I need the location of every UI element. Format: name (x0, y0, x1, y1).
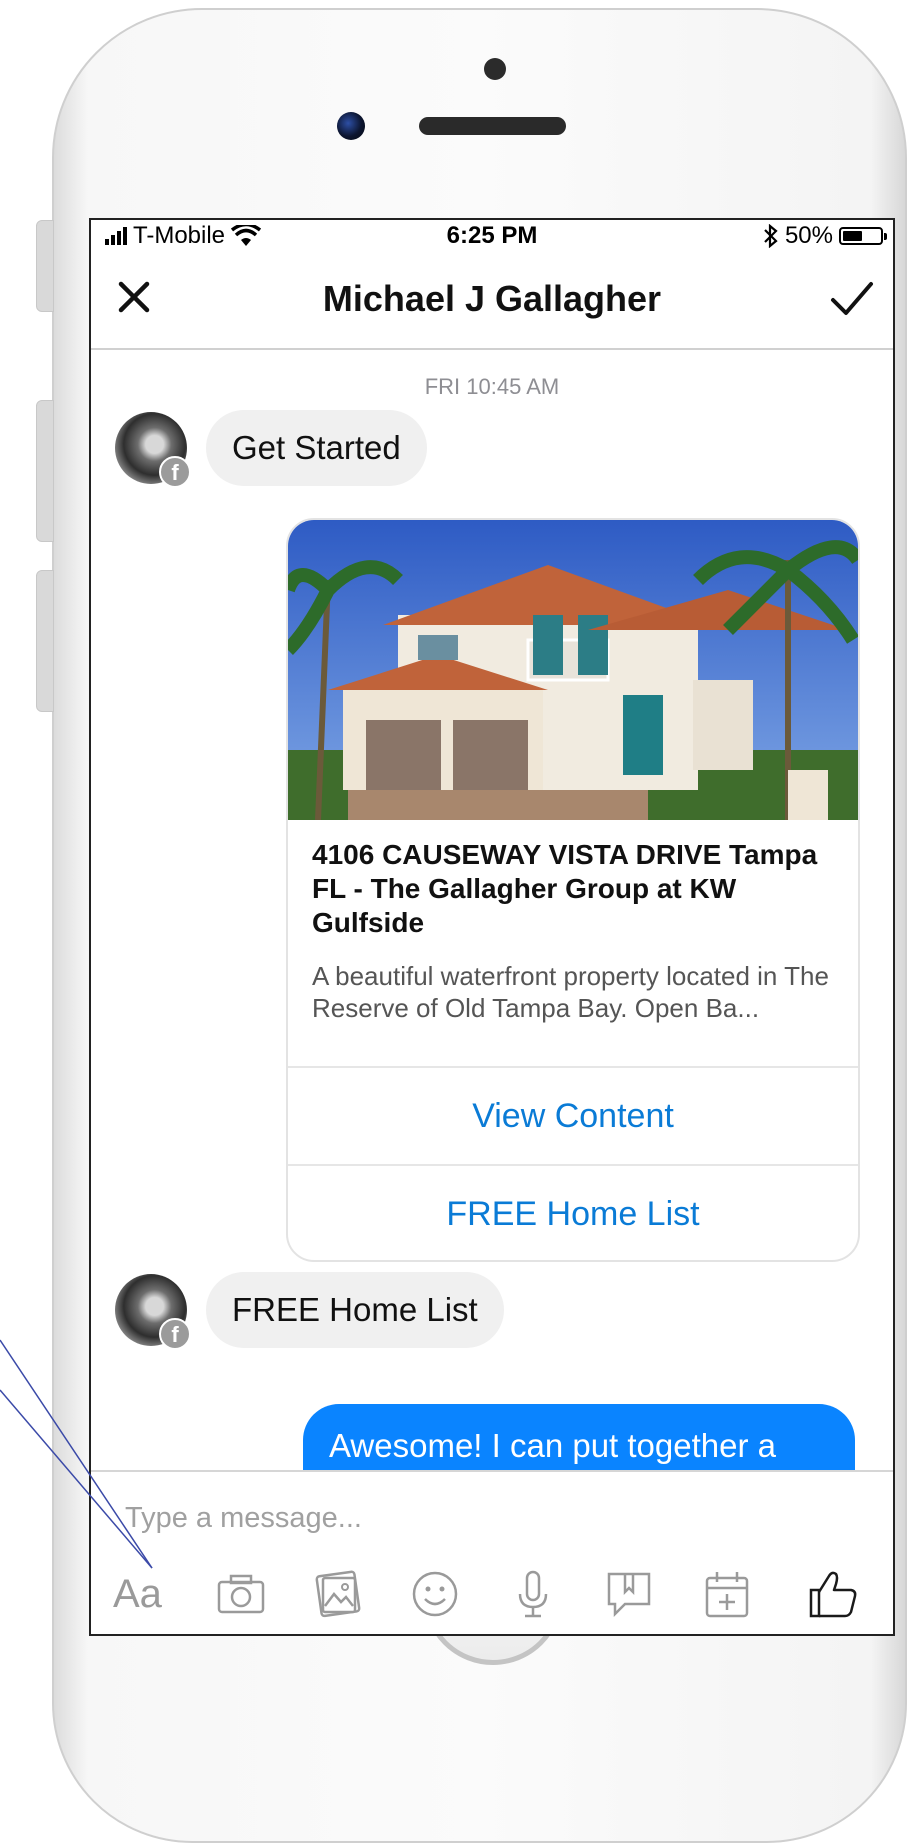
incoming-message: Get Started (206, 410, 427, 486)
listing-description: A beautiful waterfront property located … (312, 961, 829, 1023)
microphone-icon[interactable] (505, 1566, 561, 1622)
bluetooth-icon (764, 224, 778, 248)
battery-percent: 50% (784, 222, 833, 249)
status-right: 50% (763, 222, 887, 250)
phone-screen: T-Mobile 6:25 PM 50% Michael J Gallagher… (89, 218, 895, 1636)
thumbs-up-icon[interactable] (805, 1566, 861, 1622)
incoming-message: FREE Home List (206, 1272, 504, 1348)
house-photo[interactable] (288, 520, 858, 820)
chat-thread[interactable]: FRI 10:45 AM f Get Started 4106 CAUSEWAY… (91, 350, 893, 1470)
proximity-sensor (484, 58, 506, 80)
calendar-add-icon[interactable] (699, 1566, 755, 1622)
listing-title: 4106 CAUSEWAY VISTA DRIVE Tampa FL - The… (312, 839, 818, 938)
camera-icon[interactable] (213, 1566, 269, 1622)
earpiece-speaker (419, 117, 566, 135)
facebook-badge-icon: f (159, 456, 191, 488)
facebook-badge-icon: f (159, 1318, 191, 1350)
listing-card[interactable]: 4106 CAUSEWAY VISTA DRIVE Tampa FL - The… (286, 518, 860, 1262)
message-timestamp: FRI 10:45 AM (424, 374, 560, 399)
volume-up-button (36, 400, 54, 542)
message-input[interactable] (123, 1492, 827, 1544)
message-composer: Aa (91, 1470, 893, 1634)
emoji-icon[interactable] (407, 1566, 463, 1622)
outgoing-message: Awesome! I can put together a custom lis… (303, 1404, 855, 1470)
battery-icon (839, 227, 887, 245)
text-format-icon[interactable]: Aa (113, 1566, 183, 1622)
conversation-title: Michael J Gallagher (322, 278, 662, 319)
avatar[interactable]: f (115, 412, 191, 488)
status-bar: T-Mobile 6:25 PM 50% (91, 220, 893, 252)
front-camera (337, 112, 365, 140)
avatar[interactable]: f (115, 1274, 191, 1350)
navigation-bar: Michael J Gallagher (91, 252, 893, 350)
volume-down-button (36, 570, 54, 712)
checkmark-icon[interactable] (825, 272, 879, 326)
view-content-button[interactable]: View Content (288, 1066, 858, 1164)
composer-toolbar: Aa (91, 1566, 893, 1626)
quick-reply-icon[interactable] (601, 1566, 657, 1622)
photo-gallery-icon[interactable] (309, 1566, 365, 1622)
mute-switch (36, 220, 54, 312)
free-home-list-button[interactable]: FREE Home List (288, 1164, 858, 1260)
